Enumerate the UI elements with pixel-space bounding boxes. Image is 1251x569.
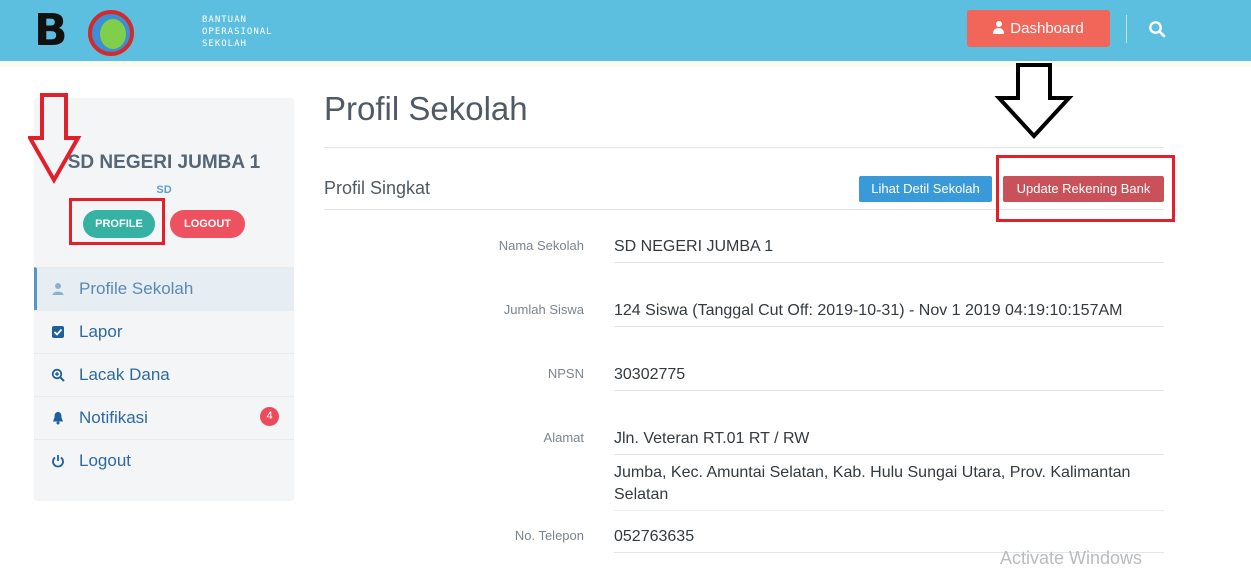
red-down-arrow-annotation: [28, 93, 82, 185]
field-label-alamat: Alamat: [543, 430, 584, 445]
logout-pill-button[interactable]: LOGOUT: [170, 210, 245, 238]
lihat-detil-sekolah-button[interactable]: Lihat Detil Sekolah: [859, 176, 992, 202]
sidebar-item-label: Notifikasi: [79, 408, 148, 427]
search-plus-icon: [51, 368, 65, 382]
logo-emblem: [88, 10, 134, 56]
sidebar-item-label: Lapor: [79, 322, 123, 341]
sidebar-item-logout[interactable]: Logout: [34, 439, 294, 482]
field-label-jumlah-siswa: Jumlah Siswa: [503, 302, 584, 317]
bell-icon: [53, 412, 63, 425]
sidebar-item-lacak-dana[interactable]: Lacak Dana: [34, 353, 294, 396]
title-divider: [324, 147, 1164, 148]
navbar-divider: [1126, 15, 1127, 43]
field-label-npsn: NPSN: [547, 366, 584, 381]
dashboard-button[interactable]: Dashboard: [967, 10, 1110, 47]
activate-windows-watermark: Activate Windows: [1000, 548, 1143, 568]
top-navbar: BS BANTUAN OPERASIONAL SEKOLAH Dashboard: [0, 0, 1251, 146]
sidebar-menu: Profile Sekolah Lapor Lacak Dana Notifik…: [34, 267, 294, 482]
field-value-alamat-detail: Jumba, Kec. Amuntai Selatan, Kab. Hulu S…: [614, 462, 1164, 511]
bank-button-highlight-box: [996, 155, 1175, 222]
logo-subtitle: BANTUAN OPERASIONAL SEKOLAH: [202, 15, 273, 49]
field-value-jumlah-siswa: 124 Siswa (Tanggal Cut Off: 2019-10-31) …: [614, 300, 1164, 327]
user-icon: [52, 283, 64, 295]
field-label-nama-sekolah: Nama Sekolah: [498, 238, 584, 253]
sidebar-item-label: Logout: [79, 451, 131, 470]
dashboard-label: Dashboard: [1010, 20, 1084, 37]
sidebar-item-label: Lacak Dana: [79, 365, 170, 384]
section-title: Profil Singkat: [324, 178, 431, 198]
sidebar-item-label: Profile Sekolah: [79, 279, 194, 298]
user-icon: [993, 21, 1005, 34]
field-value-npsn: 30302775: [614, 364, 1164, 391]
search-icon[interactable]: [1148, 20, 1166, 38]
sidebar-item-profile-sekolah[interactable]: Profile Sekolah: [34, 267, 294, 310]
black-down-arrow-annotation: [994, 63, 1074, 139]
page-title: Profil Sekolah: [324, 90, 528, 127]
profile-highlight-box: [69, 198, 165, 245]
field-value-alamat: Jln. Veteran RT.01 RT / RW: [614, 428, 1164, 455]
power-icon: [52, 455, 64, 468]
notification-badge: 4: [260, 407, 279, 426]
field-value-nama-sekolah: SD NEGERI JUMBA 1: [614, 236, 1164, 263]
sidebar-item-notifikasi[interactable]: Notifikasi 4: [34, 396, 294, 439]
field-label-no-telepon: No. Telepon: [514, 528, 584, 543]
check-square-icon: [52, 326, 64, 338]
sidebar-item-lapor[interactable]: Lapor: [34, 310, 294, 353]
